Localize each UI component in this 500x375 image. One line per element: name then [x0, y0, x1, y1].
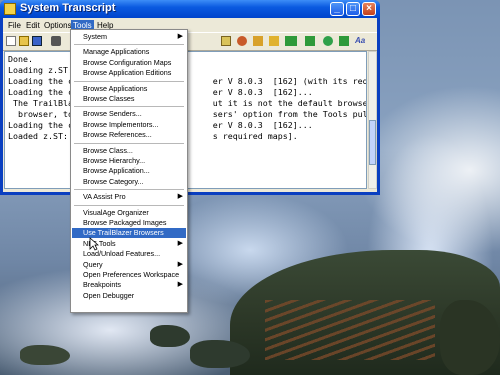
menu-item-label: Browse Application Editions — [83, 68, 172, 78]
menu-item-label: System — [83, 32, 107, 41]
menu-item-browse-hierarchy[interactable]: Browse Hierarchy... — [72, 156, 186, 166]
menu-item-label: Browse Packaged Images — [83, 218, 167, 227]
browse-icon[interactable] — [221, 36, 231, 46]
menu-file[interactable]: File — [6, 20, 23, 31]
menu-item-browse-category[interactable]: Browse Category... — [72, 177, 186, 187]
menu-item-open-preferences-workspace[interactable]: Open Preferences Workspace — [72, 270, 186, 280]
window-title: System Transcript — [20, 2, 116, 14]
hierarchy-icon[interactable] — [237, 36, 247, 46]
menu-separator — [74, 189, 184, 191]
classes-icon[interactable] — [269, 36, 279, 46]
menu-separator — [74, 204, 184, 206]
menu-item-label: Browse Senders... — [83, 109, 142, 119]
menu-item-label: Browse Hierarchy... — [83, 156, 146, 165]
system-transcript-window: System Transcript _ □ × File Edit Option… — [0, 0, 380, 195]
menu-item-system[interactable]: System ▶ — [72, 32, 186, 42]
menu-item-browse-implementors[interactable]: Browse Implementors... — [72, 120, 186, 130]
menu-item-manage-applications[interactable]: Manage Applications — [72, 47, 186, 57]
minimize-button[interactable]: _ — [330, 2, 344, 16]
menu-item-label: Browse Applications — [83, 83, 148, 93]
tree-icon[interactable] — [285, 36, 297, 46]
menu-separator — [74, 142, 184, 144]
submenu-arrow-icon: ▶ — [177, 193, 183, 201]
wooden-stairs — [265, 300, 435, 360]
close-button[interactable]: × — [362, 2, 376, 16]
menu-item-browse-applications[interactable]: Browse Applications — [72, 84, 186, 94]
menu-item-browse-references[interactable]: Browse References... — [72, 130, 186, 140]
menu-item-breakpoints[interactable]: Breakpoints ▶ — [72, 280, 186, 290]
menu-item-label: Open Preferences Workspace — [83, 270, 180, 279]
menu-item-browse-configuration-maps[interactable]: Browse Configuration Maps — [72, 58, 186, 68]
apps-icon[interactable] — [253, 36, 263, 46]
menu-item-label: Open Debugger — [83, 290, 135, 300]
menu-item-label: Manage Applications — [83, 47, 150, 57]
tree3-icon[interactable] — [339, 36, 349, 46]
menu-item-browse-classes[interactable]: Browse Classes — [72, 94, 186, 104]
menu-item-browse-class[interactable]: Browse Class... — [72, 146, 186, 156]
menu-item-va-assist-pro[interactable]: VA Assist Pro ▶ — [72, 192, 186, 202]
menu-item-label: Browse Configuration Maps — [83, 57, 172, 67]
menu-item-browse-application-editions[interactable]: Browse Application Editions — [72, 68, 186, 78]
menu-item-label: Query — [83, 259, 103, 269]
menu-item-label: VA Assist Pro — [83, 192, 126, 202]
menu-item-browse-application[interactable]: Browse Application... — [72, 166, 186, 176]
maximize-button[interactable]: □ — [346, 2, 360, 16]
text-icon[interactable]: Aa — [355, 36, 369, 46]
window-client: File Edit Options Tools Help Aa Done. Loa… — [3, 18, 377, 192]
submenu-arrow-icon: ▶ — [177, 260, 183, 268]
menu-item-label: Browse References... — [83, 130, 152, 140]
menu-options[interactable]: Options — [42, 20, 74, 31]
submenu-arrow-icon: ▶ — [177, 281, 183, 289]
open-icon[interactable] — [19, 36, 29, 46]
app-icon — [4, 3, 16, 15]
submenu-arrow-icon: ▶ — [177, 239, 183, 247]
refresh-icon[interactable] — [323, 36, 333, 46]
mouse-cursor-icon — [89, 237, 99, 251]
menu-item-browse-packaged-images[interactable]: Browse Packaged Images — [72, 218, 186, 228]
menu-item-label: Breakpoints — [83, 280, 121, 290]
rock — [20, 345, 70, 365]
toolbar: Aa — [3, 32, 377, 51]
submenu-arrow-icon: ▶ — [177, 33, 183, 40]
scroll-thumb[interactable] — [369, 120, 376, 165]
menu-item-open-debugger[interactable]: Open Debugger — [72, 291, 186, 301]
save-icon[interactable] — [32, 36, 42, 46]
rock — [190, 340, 250, 368]
menu-item-label: VisualAge Organizer — [83, 207, 149, 217]
menu-item-visualage-organizer[interactable]: VisualAge Organizer — [72, 208, 186, 218]
menu-item-query[interactable]: Query ▶ — [72, 260, 186, 270]
vertical-scrollbar[interactable] — [368, 51, 377, 189]
menu-item-label: NLS Tools — [83, 238, 116, 248]
menu-edit[interactable]: Edit — [24, 20, 42, 31]
title-bar[interactable]: System Transcript _ □ × — [0, 0, 380, 18]
menu-item-label: Browse Implementors... — [83, 119, 159, 129]
tree2-icon[interactable] — [305, 36, 315, 46]
menu-separator — [74, 80, 184, 82]
tools-dropdown-menu: System ▶ Manage Applications Browse Configu… — [70, 29, 188, 313]
menu-separator — [74, 44, 184, 46]
menu-item-label: Browse Classes — [83, 94, 135, 103]
menu-item-label: Browse Category... — [83, 176, 144, 186]
menu-bar: File Edit Options Tools Help — [3, 18, 377, 32]
menu-item-label: Browse Application... — [83, 166, 150, 176]
new-icon[interactable] — [6, 36, 16, 46]
print-icon[interactable] — [51, 36, 61, 46]
menu-separator — [74, 106, 184, 108]
rock — [150, 325, 190, 347]
menu-item-label: Browse Class... — [83, 145, 133, 155]
menu-item-browse-senders[interactable]: Browse Senders... — [72, 109, 186, 119]
